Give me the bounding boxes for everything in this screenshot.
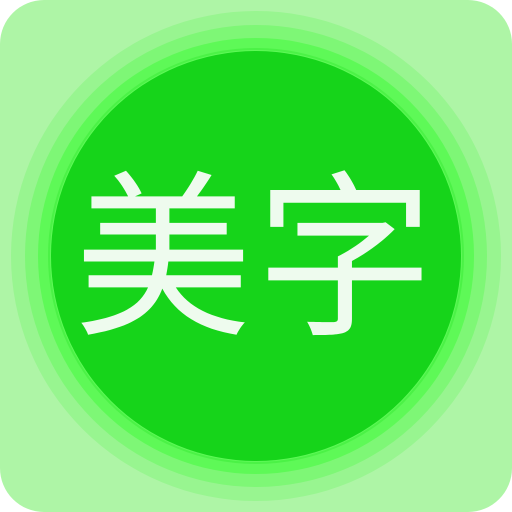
logo-text: 美字 [74,156,438,363]
logo-container: 美字 [51,51,461,461]
app-icon[interactable]: 美字 [0,0,512,512]
